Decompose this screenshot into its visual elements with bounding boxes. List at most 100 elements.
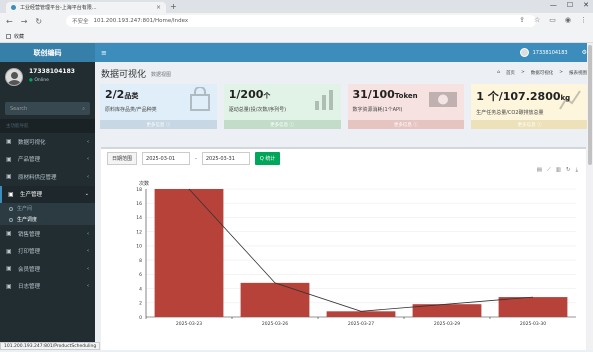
x-tick-label: 2025-03-23 <box>176 321 202 327</box>
bookmark-star-icon[interactable]: ☆ <box>534 16 540 24</box>
breadcrumb: ⌂ 首页 > 数据可视化 > 报表视图 <box>497 70 587 76</box>
avatar <box>5 68 23 86</box>
save-image-icon[interactable]: ⤓ <box>576 167 578 174</box>
page-title: 数据可视化 <box>101 69 147 80</box>
minimize-icon[interactable]: — <box>550 1 557 9</box>
stat-box: 2/2品类 原料库存品类/产品种类 更多信息 ⓘ <box>100 84 217 129</box>
circle-icon <box>9 217 13 222</box>
more-icon[interactable]: ⋮ <box>580 16 587 24</box>
logo[interactable]: 联创编码 <box>0 43 95 62</box>
maximize-icon[interactable]: ☐ <box>567 1 573 9</box>
profile-icon[interactable]: ◉ <box>565 16 571 24</box>
bookmark-label[interactable]: 收藏 <box>14 33 24 40</box>
online-dot-icon: ● <box>29 78 33 83</box>
sidebar-item-6[interactable]: ▣ 会员管理 ‹ <box>0 260 95 278</box>
x-tick-label: 2025-03-26 <box>262 321 288 327</box>
breadcrumb-sep: > <box>520 70 525 75</box>
sidebar-item-4[interactable]: ▣ 销售管理 ‹ <box>0 225 95 243</box>
more-info-link[interactable]: 更多信息 ⓘ <box>471 120 588 129</box>
submenu: 生产间 生产调度 <box>0 203 95 225</box>
page-subtitle: 数据视图 <box>151 72 172 78</box>
chevron-icon: ‹ <box>87 265 89 272</box>
stat-box: 1 个/107.2800kg 生产任务总量/CO2碳排放总量 更多信息 ⓘ <box>471 84 588 129</box>
user-panel: 17338104183 ● Online <box>0 62 95 98</box>
close-window-icon[interactable]: ✕ <box>583 1 589 9</box>
y-tick-label: 2 <box>139 301 142 307</box>
bar-switch-icon[interactable]: ▥ <box>556 167 561 174</box>
y-tick-label: 14 <box>136 215 142 221</box>
sidebar-item-1[interactable]: ▣ 产品管理 ‹ <box>0 151 95 169</box>
date-dash: - <box>195 155 197 162</box>
address-bar-row: ← → ↻ 不安全 101.200.193.247:801/Home/Index… <box>0 13 593 30</box>
submenu-label: 生产间 <box>17 206 33 212</box>
more-info-link[interactable]: 更多信息 ⓘ <box>347 120 465 129</box>
chevron-icon: ‹ <box>87 156 89 163</box>
sidebar-item-3[interactable]: ▣ 生产管理 ⌄ <box>0 185 95 203</box>
bar <box>326 311 396 317</box>
breadcrumb-visual[interactable]: 数据可视化 <box>531 70 554 76</box>
sidebar-item-0[interactable]: ▣ 数据可视化 ‹ <box>0 133 95 151</box>
money-icon <box>428 87 458 113</box>
share-icon[interactable]: ⇪ <box>519 16 525 24</box>
y-tick-label: 0 <box>139 315 142 321</box>
stat-boxes: 2/2品类 原料库存品类/产品种类 更多信息 ⓘ 1/200个 驱动总量(投/次数/序列… <box>95 84 593 129</box>
search-icon[interactable]: ⌕ <box>82 106 85 112</box>
print-icon: ▣ <box>6 247 12 255</box>
bar-chart-icon <box>313 87 335 113</box>
submenu-label: 生产调度 <box>17 217 38 223</box>
sidebar-item-2[interactable]: ▣ 原材料供应管理 ‹ <box>0 168 95 186</box>
data-view-icon[interactable]: ▤ <box>537 167 542 174</box>
sidebar-toggle-icon[interactable]: ▭ <box>549 16 556 24</box>
more-info-link[interactable]: 更多信息 ⓘ <box>100 120 217 129</box>
browser-tab[interactable]: 工业经营管理平台-上海平台有限... × <box>6 2 166 13</box>
bar <box>154 189 224 317</box>
restore-icon[interactable]: ↻ <box>566 167 571 174</box>
x-tick-label: 2025-03-27 <box>348 321 374 327</box>
y-tick-label: 6 <box>139 272 142 278</box>
line-switch-icon[interactable]: ⟋ <box>547 167 551 174</box>
start-date-input[interactable]: 2025-03-01 <box>142 152 191 165</box>
product-icon: ▣ <box>6 155 12 163</box>
reload-icon[interactable]: ↻ <box>35 17 42 26</box>
bar-line-chart: 次数 0 2 4 6 8 10 12 14 16 18 2025-03-23 2025-03-26 202… <box>136 180 576 327</box>
sidebar-item-7[interactable]: ▣ 日志管理 ‹ <box>0 278 95 296</box>
dashboard-icon: ▣ <box>6 138 12 146</box>
query-button[interactable]: Q 统计 <box>254 152 281 165</box>
chart-toolbox: ▤ ⟋ ▥ ↻ ⤓ <box>537 167 578 174</box>
page-scrollbar[interactable] <box>587 43 593 350</box>
date-filter: 日期范围 2025-03-01 - 2025-03-31 Q 统计 <box>101 149 586 168</box>
scrollbar-thumb[interactable] <box>588 45 592 165</box>
forward-icon[interactable]: → <box>21 17 28 26</box>
chevron-icon: ‹ <box>87 173 89 180</box>
menu-toggle-icon[interactable]: ≡ <box>101 49 107 57</box>
bar <box>498 297 568 317</box>
sidebar-item-5[interactable]: ▣ 打印管理 ‹ <box>0 243 95 261</box>
bar <box>240 282 310 317</box>
address-bar[interactable]: 不安全 101.200.193.247:801/Home/Index <box>66 15 536 27</box>
new-tab-icon[interactable]: + <box>170 2 177 11</box>
user-status: ● Online <box>29 78 49 83</box>
member-icon: ▣ <box>6 265 12 273</box>
sidebar-item-label: 生产管理 <box>20 192 43 199</box>
top-avatar[interactable] <box>519 48 529 57</box>
end-date-input[interactable]: 2025-03-31 <box>201 152 250 165</box>
tab-title: 工业经营管理平台-上海平台有限... <box>20 5 97 11</box>
submenu-item[interactable]: 生产调度 <box>0 214 95 225</box>
submenu-item[interactable]: 生产间 <box>0 203 95 214</box>
sidebar-search[interactable]: Search ⌕ <box>5 102 90 115</box>
x-tick-label: 2025-03-30 <box>520 321 546 327</box>
top-navbar: ≡ 17338104183 ⚙ <box>95 43 593 62</box>
bag-icon <box>189 86 211 113</box>
y-tick-label: 18 <box>136 187 142 193</box>
y-tick-label: 8 <box>139 258 142 264</box>
circle-icon <box>9 206 13 211</box>
back-icon[interactable]: ← <box>6 17 13 26</box>
sidebar-item-label: 打印管理 <box>18 249 41 256</box>
top-user-name[interactable]: 17338104183 <box>533 50 568 56</box>
y-tick-label: 4 <box>139 286 142 292</box>
search-input[interactable]: Search <box>10 106 27 112</box>
close-tab-icon[interactable]: × <box>156 4 161 11</box>
more-info-link[interactable]: 更多信息 ⓘ <box>223 120 341 129</box>
breadcrumb-home[interactable]: 首页 <box>506 70 515 76</box>
sidebar: 联创编码 17338104183 ● Online Search ⌕ 主功能导航… <box>0 43 95 350</box>
